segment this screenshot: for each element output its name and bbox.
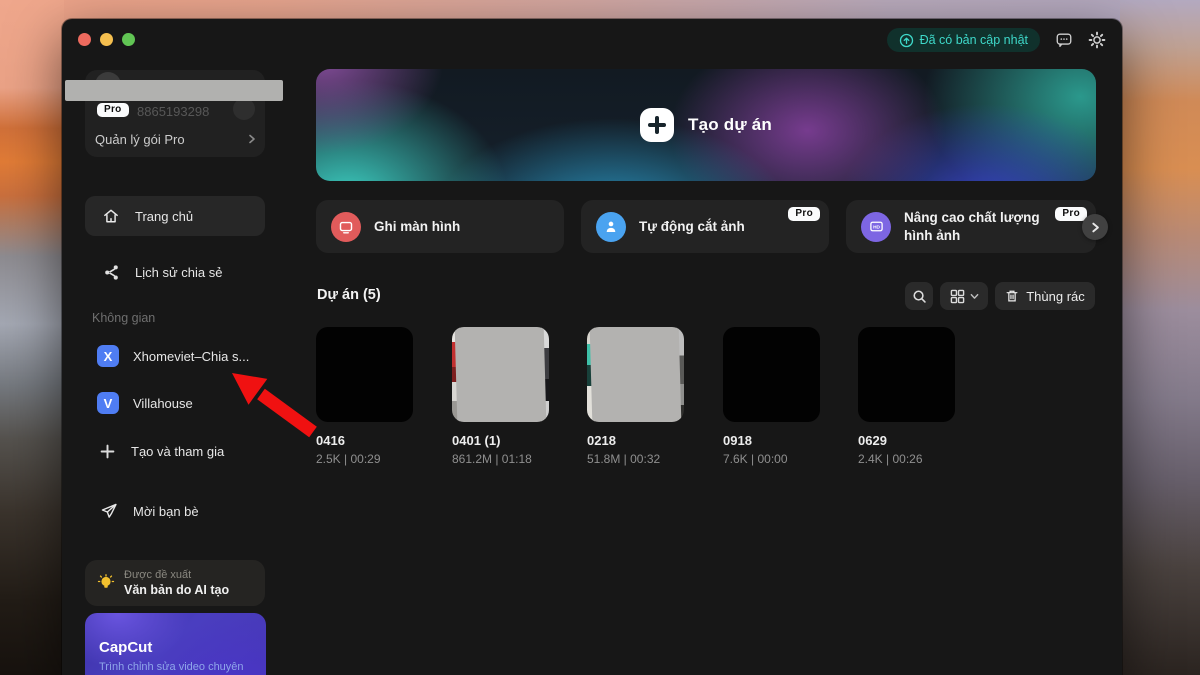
close-button[interactable] (78, 33, 91, 46)
redacted-thumbnail-overlay (455, 327, 547, 422)
project-meta: 861.2M | 01:18 (452, 452, 549, 466)
trash-icon (1005, 289, 1019, 303)
quick-action-label: Ghi màn hình (374, 218, 494, 236)
settings-gear-icon[interactable] (1088, 31, 1106, 49)
hd-icon: HD (861, 212, 891, 242)
capcut-promo-banner[interactable]: CapCut Trình chỉnh sửa video chuyên (85, 613, 266, 675)
capcut-window: Đã có bản cập nhật (62, 19, 1122, 675)
project-title: 0918 (723, 433, 820, 448)
chevron-right-icon (247, 134, 257, 144)
sidebar-item-home[interactable]: Trang chủ (85, 196, 265, 236)
sidebar-item-workspace-villahouse[interactable]: V Villahouse (85, 390, 265, 416)
project-meta: 51.8M | 00:32 (587, 452, 684, 466)
project-card[interactable]: 0218 51.8M | 00:32 (587, 327, 684, 466)
sidebar-item-create-join[interactable]: Tạo và tham gia (85, 438, 265, 464)
plus-icon (97, 444, 117, 459)
grid-view-icon (950, 289, 965, 304)
pro-badge: Pro (788, 207, 820, 221)
redacted-thumbnail-overlay (590, 327, 682, 422)
screen-record-button[interactable]: Ghi màn hình (316, 200, 564, 253)
search-button[interactable] (905, 282, 933, 310)
project-thumbnail[interactable] (858, 327, 955, 422)
plus-icon (640, 108, 674, 142)
workspace-section-label: Không gian (92, 311, 155, 325)
screen-record-icon (331, 212, 361, 242)
sidebar-item-label: Lịch sử chia sẻ (135, 265, 222, 280)
search-icon (912, 289, 927, 304)
projects-section-title: Dự án (5) (317, 287, 381, 303)
redacted-username (65, 80, 283, 101)
suggestion-eyebrow: Được đề xuất (124, 569, 229, 581)
project-title: 0416 (316, 433, 413, 448)
project-meta: 2.4K | 00:26 (858, 452, 955, 466)
workspace-label: Xhomeviet–Chia s... (133, 349, 249, 364)
workspace-label: Villahouse (133, 396, 193, 411)
lightbulb-icon (97, 574, 115, 592)
workspace-v-icon: V (97, 392, 119, 414)
fullscreen-button[interactable] (122, 33, 135, 46)
project-meta: 2.5K | 00:29 (316, 452, 413, 466)
workspace-x-icon: X (97, 345, 119, 367)
sidebar-item-share-history[interactable]: Lịch sử chia sẻ (85, 259, 265, 285)
wallpaper-mountain-left (0, 0, 64, 675)
view-mode-dropdown[interactable] (940, 282, 988, 310)
home-icon (101, 207, 121, 225)
project-thumbnail[interactable] (452, 327, 549, 422)
enhance-image-button[interactable]: HD Nâng cao chất lượng hình ảnh Pro (846, 200, 1096, 253)
project-title: 0218 (587, 433, 684, 448)
project-title: 0629 (858, 433, 955, 448)
profile-card[interactable]: Pro 8865193298 Quản lý gói Pro (85, 70, 265, 157)
update-available-button[interactable]: Đã có bản cập nhật (887, 28, 1040, 52)
paper-plane-icon (99, 502, 119, 520)
trash-button[interactable]: Thùng rác (995, 282, 1095, 310)
manage-pro-label: Quản lý gói Pro (95, 132, 185, 147)
profile-id: 8865193298 (137, 104, 209, 119)
project-title: 0401 (1) (452, 433, 549, 448)
capcut-banner-subtitle: Trình chỉnh sửa video chuyên (99, 661, 266, 673)
sidebar-item-invite-friends[interactable]: Mời bạn bè (85, 498, 265, 524)
titlebar-actions: Đã có bản cập nhật (887, 28, 1106, 52)
avatar-secondary (233, 98, 255, 120)
chevron-down-icon (970, 292, 979, 301)
sidebar-item-label: Mời bạn bè (133, 504, 199, 519)
share-icon (101, 264, 121, 281)
svg-text:HD: HD (873, 225, 880, 231)
auto-cutout-icon (596, 212, 626, 242)
project-card[interactable]: 0918 7.6K | 00:00 (723, 327, 820, 466)
wallpaper-mountain-right (1120, 0, 1200, 675)
sidebar-item-label: Tạo và tham gia (131, 444, 224, 459)
manage-pro-link[interactable]: Quản lý gói Pro (95, 128, 257, 150)
update-label: Đã có bản cập nhật (920, 33, 1028, 47)
project-thumbnail[interactable] (587, 327, 684, 422)
arrow-up-circle-icon (899, 33, 914, 48)
suggestion-card[interactable]: Được đề xuất Văn bản do AI tạo (85, 560, 265, 606)
pro-badge: Pro (1055, 207, 1087, 221)
project-meta: 7.6K | 00:00 (723, 452, 820, 466)
project-card[interactable]: 0629 2.4K | 00:26 (858, 327, 955, 466)
project-thumbnail[interactable] (316, 327, 413, 422)
suggestion-title: Văn bản do AI tạo (124, 583, 229, 597)
auto-cutout-button[interactable]: Tự động cắt ảnh Pro (581, 200, 829, 253)
quick-actions-scroll-right-button[interactable] (1082, 214, 1108, 240)
feedback-icon[interactable] (1055, 31, 1073, 49)
window-controls (78, 33, 135, 46)
project-card[interactable]: 0401 (1) 861.2M | 01:18 (452, 327, 549, 466)
project-thumbnail[interactable] (723, 327, 820, 422)
quick-action-label: Tự động cắt ảnh (639, 218, 779, 236)
project-card[interactable]: 0416 2.5K | 00:29 (316, 327, 413, 466)
create-project-label: Tạo dự án (688, 115, 772, 135)
create-project-banner[interactable]: Tạo dự án (316, 69, 1096, 181)
sidebar-item-workspace-xhomeviet[interactable]: X Xhomeviet–Chia s... (85, 343, 265, 369)
minimize-button[interactable] (100, 33, 113, 46)
capcut-banner-title: CapCut (99, 639, 266, 656)
pro-badge: Pro (97, 103, 129, 117)
trash-label: Thùng rác (1026, 289, 1085, 304)
sidebar-item-label: Trang chủ (135, 209, 193, 224)
desktop-background: Đã có bản cập nhật (0, 0, 1200, 675)
